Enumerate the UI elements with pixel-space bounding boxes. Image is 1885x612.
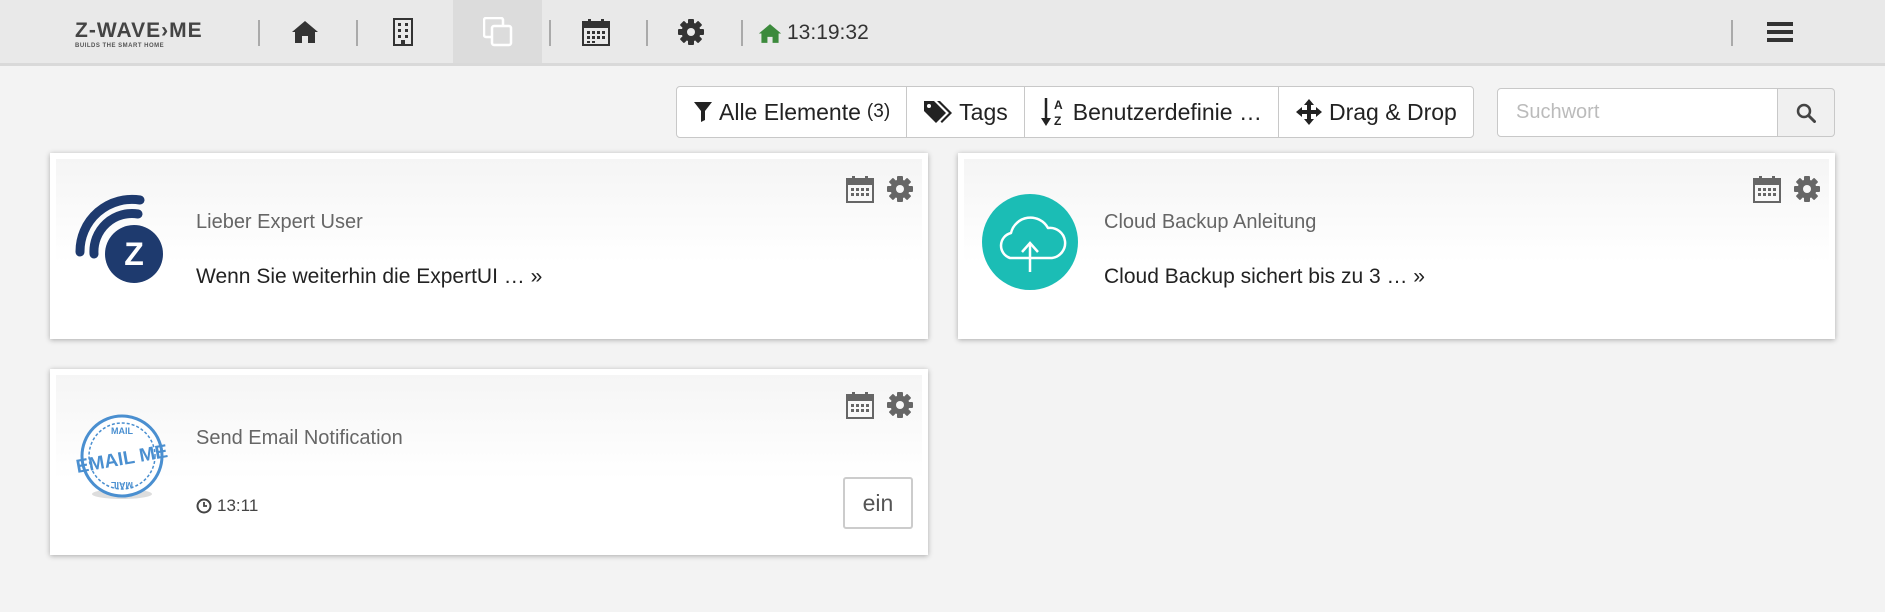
nav-divider (356, 20, 358, 46)
move-icon (1295, 99, 1322, 125)
svg-text:A: A (1054, 98, 1063, 112)
nav-rooms[interactable] (383, 0, 423, 63)
nav-settings[interactable] (671, 0, 711, 63)
stamp-ring-top: MAIL (111, 426, 133, 436)
cloud-upload-icon (980, 192, 1080, 292)
nav-divider (646, 20, 648, 46)
filter-icon (694, 102, 712, 122)
gear-icon[interactable] (886, 175, 914, 203)
nav-home[interactable] (285, 0, 325, 63)
svg-text:Z: Z (1054, 114, 1061, 127)
nav-divider (549, 20, 551, 46)
gear-icon[interactable] (1793, 175, 1821, 203)
logo[interactable]: Z-WAVE›ME BUILDS THE SMART HOME (75, 20, 225, 50)
menu-icon (1767, 21, 1793, 42)
stamp-ring-bottom: MAIL (111, 480, 133, 490)
card-tools (846, 175, 914, 203)
home-icon (758, 23, 782, 43)
card-title: Lieber Expert User (196, 211, 363, 233)
search-button[interactable] (1778, 88, 1835, 137)
nav-elements[interactable] (453, 0, 542, 63)
svg-text:Z: Z (124, 236, 144, 272)
element-card: Cloud Backup Anleitung Cloud Backup sich… (958, 153, 1835, 339)
drag-drop-label: Drag & Drop (1328, 98, 1457, 125)
home-icon (292, 20, 318, 43)
clock: 13:19:32 (758, 20, 869, 46)
search-icon (1796, 103, 1816, 123)
calendar-icon[interactable] (846, 391, 874, 419)
filter-all-button[interactable]: Alle Elemente (3) (676, 86, 908, 138)
drag-drop-button[interactable]: Drag & Drop (1277, 86, 1474, 138)
email-stamp-icon: MAIL EMAIL ME MAIL (72, 408, 172, 508)
zwave-logo-icon: Z (72, 192, 172, 292)
nav-divider (1731, 20, 1733, 46)
card-title: Send Email Notification (196, 427, 403, 449)
gear-icon[interactable] (886, 391, 914, 419)
card-last-update: 13:11 (196, 496, 258, 516)
logo-name: Z-WAVE›ME (75, 19, 203, 42)
tags-button[interactable]: Tags (906, 86, 1025, 138)
element-card: Z Lieber Expert User Wenn Sie weiterhin … (50, 153, 928, 339)
card-text[interactable]: Wenn Sie weiterhin die ExpertUI … » (196, 265, 542, 289)
clock-time: 13:19:32 (787, 21, 869, 44)
sort-label: Benutzerdefinie … (1072, 98, 1262, 125)
filter-toolbar: Alle Elemente (3) Tags AZ Benutzerdefini… (676, 86, 1474, 138)
calendar-icon (582, 18, 610, 46)
calendar-icon[interactable] (846, 175, 874, 203)
card-time: 13:11 (217, 496, 259, 515)
elements-icon (482, 16, 512, 46)
building-icon (393, 17, 413, 46)
main-menu-button[interactable] (1760, 0, 1800, 63)
search-input[interactable] (1497, 88, 1778, 137)
card-title: Cloud Backup Anleitung (1104, 211, 1317, 233)
search-box (1497, 88, 1835, 137)
filter-all-count: (3) (866, 101, 891, 122)
logo-tagline: BUILDS THE SMART HOME (75, 43, 165, 49)
card-tools (1753, 175, 1821, 203)
tags-label: Tags (959, 98, 1008, 125)
filter-all-label: Alle Elemente (719, 98, 861, 125)
calendar-icon[interactable] (1753, 175, 1781, 203)
nav-events[interactable] (576, 0, 616, 63)
element-card: MAIL EMAIL ME MAIL Send Email Notificati… (50, 369, 928, 555)
card-tools (846, 391, 914, 419)
clock-icon (196, 498, 212, 514)
sort-button[interactable]: AZ Benutzerdefinie … (1023, 86, 1279, 138)
activate-button[interactable]: ein (843, 477, 913, 529)
gear-icon (678, 18, 704, 45)
nav-divider (258, 20, 260, 46)
nav-divider (741, 20, 743, 46)
tags-icon (924, 101, 953, 123)
card-text[interactable]: Cloud Backup sichert bis zu 3 … » (1104, 265, 1425, 289)
top-navbar: Z-WAVE›ME BUILDS THE SMART HOME 13:19:32 (0, 0, 1885, 66)
sort-alpha-icon: AZ (1040, 98, 1063, 127)
